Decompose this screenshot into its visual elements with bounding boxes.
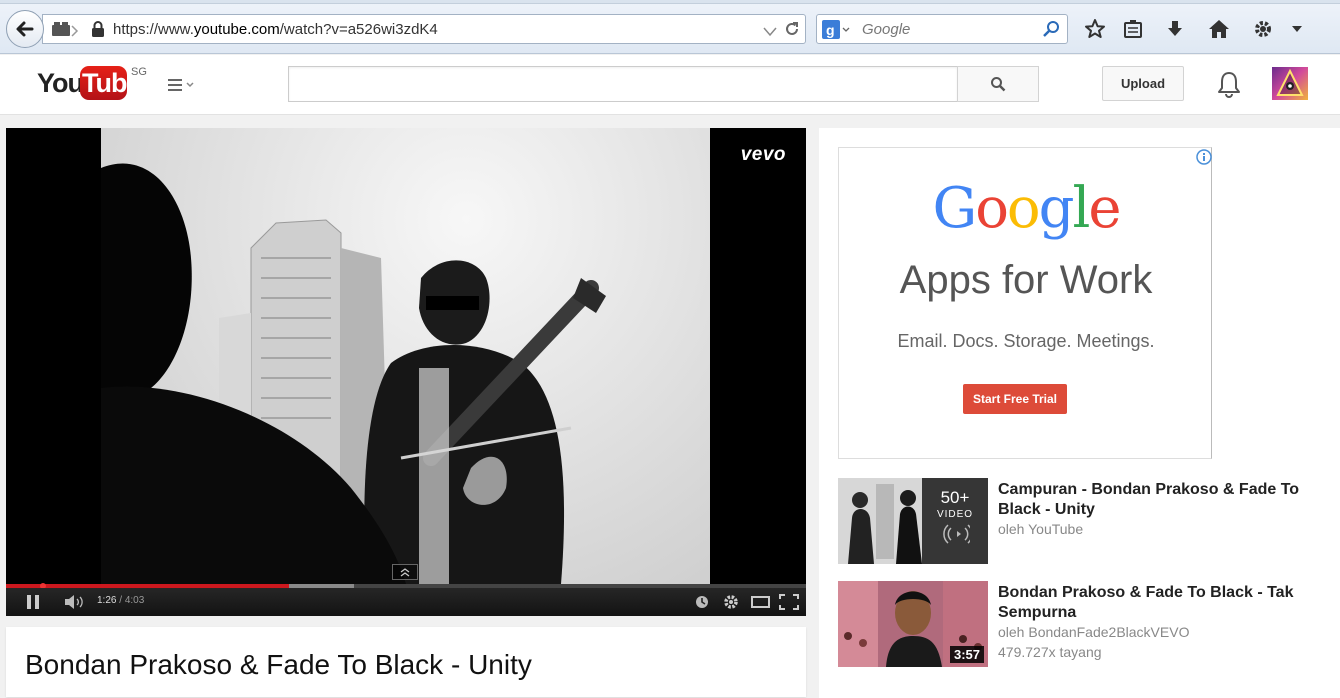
playlist-count: 50+ <box>940 488 970 507</box>
country-code: SG <box>131 66 147 78</box>
ad-logo-letter: G <box>932 176 977 241</box>
clipboard-icon[interactable] <box>1118 14 1148 44</box>
guide-menu-button[interactable] <box>166 77 196 95</box>
list-item[interactable]: 50+ VIDEO Campuran - Bondan Prakoso & Fa… <box>838 478 1328 564</box>
magnifier-icon[interactable] <box>1043 20 1061 43</box>
video-frame[interactable] <box>101 128 710 584</box>
view-count: 479.727x tayang <box>998 644 1102 660</box>
duration-time: 4:03 <box>124 595 145 606</box>
back-arrow-icon <box>16 21 34 37</box>
sidebar: Google Apps for Work Email. Docs. Storag… <box>819 128 1340 698</box>
ad-subheadline: Email. Docs. Storage. Meetings. <box>897 331 1155 351</box>
list-item[interactable]: 3:57 Bondan Prakoso & Fade To Black - Ta… <box>838 581 1328 667</box>
url-host: youtube.com <box>193 21 280 38</box>
google-logo-icon[interactable]: g <box>822 20 850 45</box>
player-controls: 1:26 / 4:03 <box>6 588 806 616</box>
tab-strip <box>0 0 1340 4</box>
url-scheme: https://www. <box>113 21 194 38</box>
video-title: Bondan Prakoso & Fade To Black - Unity <box>25 649 532 680</box>
notification-bell-icon[interactable] <box>1216 70 1242 103</box>
browser-toolbar: https://www.youtube.com/watch?v=a526wi3z… <box>0 0 1340 54</box>
search-placeholder: Google <box>862 21 911 38</box>
back-button[interactable] <box>6 10 44 48</box>
start-free-trial-button[interactable]: Start Free Trial <box>963 384 1067 414</box>
duration-badge: 3:57 <box>949 646 984 663</box>
youtube-search-button[interactable] <box>957 66 1039 102</box>
video-thumbnail[interactable]: 50+ VIDEO <box>838 478 988 564</box>
home-icon[interactable] <box>1204 14 1234 44</box>
search-icon <box>991 77 1006 92</box>
playlist-label: VIDEO <box>936 509 974 520</box>
time-display: 1:26 / 4:03 <box>97 595 144 606</box>
settings-gear-icon[interactable] <box>722 593 740 616</box>
upload-button[interactable]: Upload <box>1102 66 1184 101</box>
ad-google-logo: Google <box>839 176 1213 241</box>
chevron-right-icon <box>71 24 79 42</box>
star-icon[interactable] <box>1080 14 1110 44</box>
dropdown-arrow-icon[interactable] <box>763 24 777 42</box>
pause-icon[interactable] <box>26 594 40 615</box>
video-link-title[interactable]: Bondan Prakoso & Fade To Black - Tak Sem… <box>998 583 1318 623</box>
channel-name: oleh YouTube <box>998 521 1084 537</box>
menu-arrow-icon[interactable] <box>1282 14 1312 44</box>
video-thumbnail[interactable]: 3:57 <box>838 581 988 667</box>
url-path: /watch?v=a526wi3zdK4 <box>279 21 438 38</box>
ad-banner[interactable]: Google Apps for Work Email. Docs. Storag… <box>838 147 1212 459</box>
playlist-overlay: 50+ VIDEO <box>922 478 988 564</box>
channel-name: oleh BondanFade2BlackVEVO <box>998 624 1190 640</box>
video-player[interactable]: vevo 1:26 / 4:03 <box>6 128 806 616</box>
logo-you: You <box>37 68 84 98</box>
current-time: 1:26 <box>97 595 117 606</box>
ad-info-icon[interactable] <box>1195 148 1213 166</box>
watch-later-icon[interactable] <box>695 595 709 614</box>
ad-logo-letter: l <box>1072 176 1090 241</box>
address-bar[interactable]: https://www.youtube.com/watch?v=a526wi3z… <box>42 14 806 44</box>
tabs-icon[interactable] <box>51 21 71 42</box>
time-separator: / <box>116 595 125 606</box>
svg-text:g: g <box>826 22 835 38</box>
video-link-title[interactable]: Campuran - Bondan Prakoso & Fade To Blac… <box>998 480 1318 520</box>
theater-mode-icon[interactable] <box>751 595 771 614</box>
download-icon[interactable] <box>1160 14 1190 44</box>
video-scene <box>101 163 606 584</box>
reload-icon[interactable] <box>783 20 801 43</box>
lock-icon <box>91 21 105 43</box>
browser-search-bar[interactable]: g Google <box>816 14 1068 44</box>
logo-tube: Tube <box>80 66 142 100</box>
chevron-up-icon <box>400 568 410 577</box>
youtube-search-input[interactable] <box>288 66 958 102</box>
fullscreen-icon[interactable] <box>779 594 799 615</box>
volume-icon[interactable] <box>64 594 86 615</box>
ad-logo-letter: o <box>975 176 1009 241</box>
ad-logo-letter: g <box>1038 176 1075 241</box>
ad-logo-letter: e <box>1088 176 1121 241</box>
avatar[interactable] <box>1272 67 1308 100</box>
expand-chevron-button[interactable] <box>392 564 418 580</box>
vevo-logo: vevo <box>740 144 786 165</box>
ad-headline: Apps for Work <box>899 258 1153 302</box>
hamburger-icon <box>168 79 194 91</box>
url-text[interactable]: https://www.youtube.com/watch?v=a526wi3z… <box>113 21 438 38</box>
ad-logo-letter: o <box>1006 176 1041 241</box>
playlist-broadcast-icon <box>943 524 973 544</box>
youtube-header: You Tube SG Upload <box>0 55 1340 115</box>
gear-icon[interactable] <box>1248 14 1278 44</box>
video-info-card: Bondan Prakoso & Fade To Black - Unity <box>6 627 806 697</box>
